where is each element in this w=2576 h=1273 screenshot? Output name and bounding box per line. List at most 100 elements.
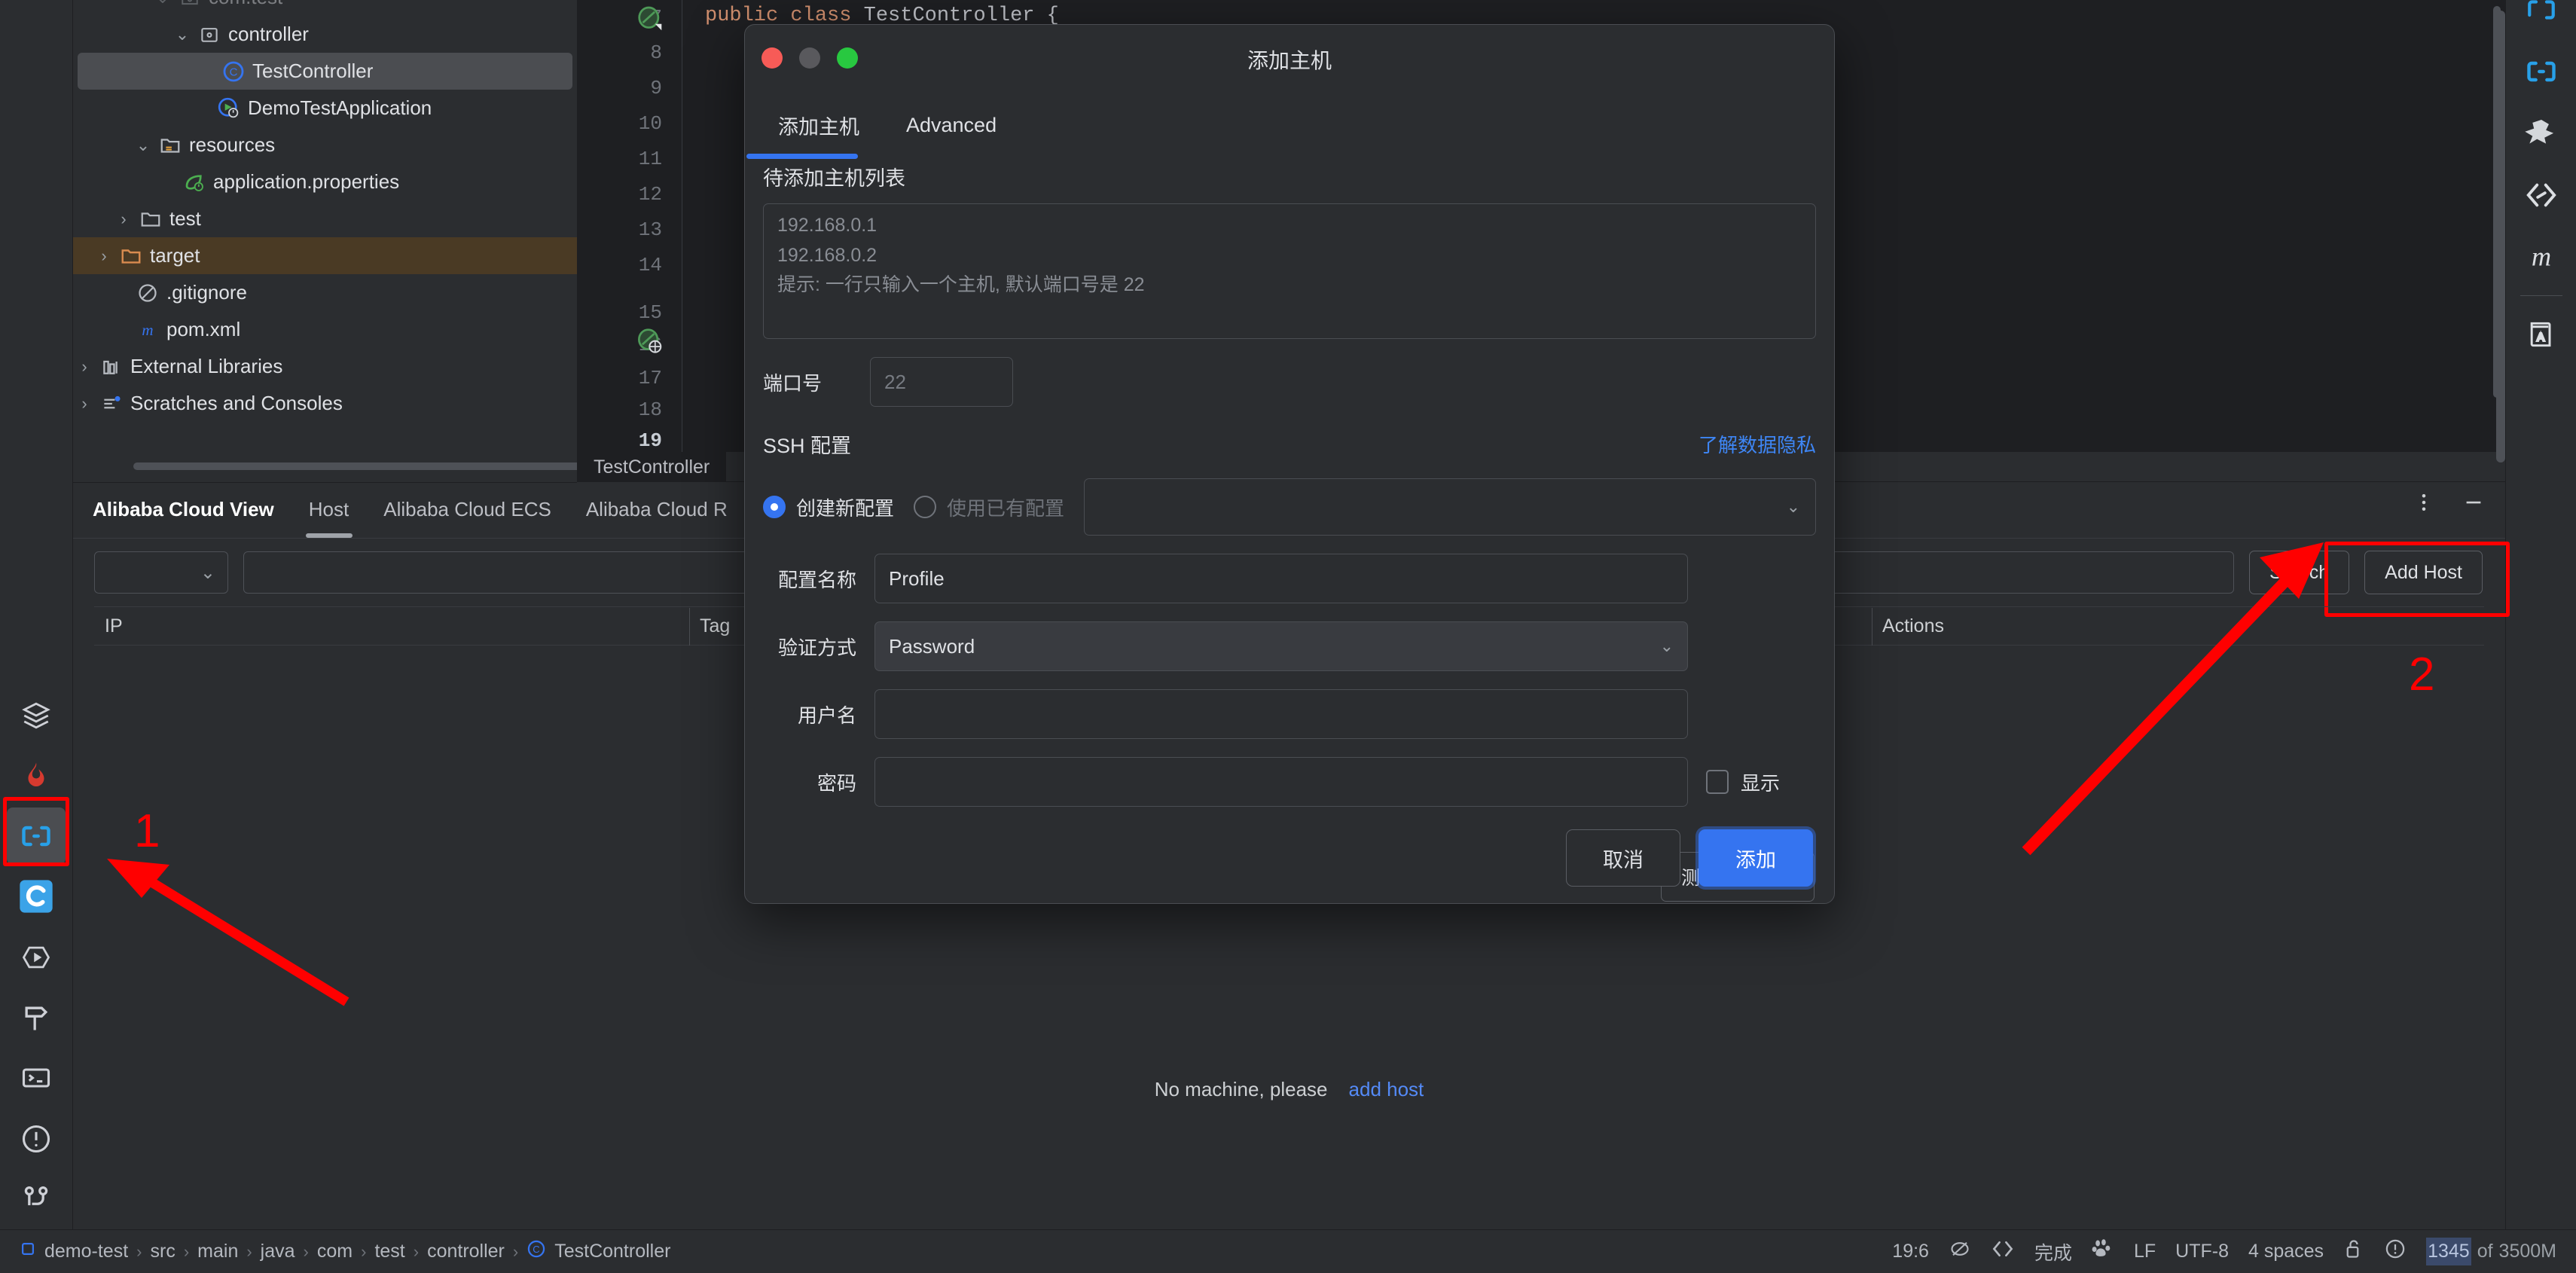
tab-alibaba-cloud-view[interactable]: Alibaba Cloud View	[80, 498, 291, 538]
cancel-button[interactable]: 取消	[1566, 829, 1680, 887]
tree-row-scratches-and-consoles[interactable]: › Scratches and Consoles	[73, 385, 577, 422]
git-icon[interactable]	[7, 1171, 66, 1228]
memory-indicator[interactable]: 1345 of 3500M	[2426, 1238, 2556, 1265]
tab-host[interactable]: Host	[291, 498, 366, 538]
chevron-down-icon[interactable]: ⌄	[132, 136, 154, 155]
alibaba-cloud-view-icon[interactable]	[2512, 42, 2571, 101]
chevron-right-icon[interactable]: ›	[112, 209, 135, 229]
folder-excluded-icon	[115, 245, 147, 267]
breadcrumb-item-demo-test[interactable]: demo-test	[44, 1241, 128, 1262]
build-icon[interactable]	[7, 989, 66, 1046]
dictionary-icon[interactable]: A	[2512, 305, 2571, 364]
port-row: 端口号 22	[763, 357, 1816, 407]
editor-gutter[interactable]: 7 8 9 10 11 12 13 14 15 16 17 18 19	[577, 0, 682, 452]
chevron-right-icon[interactable]: ›	[93, 246, 115, 266]
run-marker-icon[interactable]	[637, 6, 663, 32]
tree-row-application-properties[interactable]: application.properties	[73, 163, 577, 200]
terminal-icon[interactable]	[7, 1049, 66, 1107]
rail-divider	[2520, 295, 2562, 296]
username-input[interactable]	[874, 689, 1688, 739]
tree-row-gitignore[interactable]: .gitignore	[73, 274, 577, 311]
problems-icon[interactable]	[7, 1110, 66, 1167]
notifications-icon[interactable]	[2384, 1238, 2407, 1265]
column-header-ip[interactable]: IP	[94, 615, 689, 637]
web-marker-icon[interactable]	[637, 328, 663, 354]
tree-row-target[interactable]: › target	[73, 237, 577, 274]
more-options-icon[interactable]	[2409, 487, 2439, 517]
add-host-button[interactable]: Add Host	[2364, 551, 2483, 594]
tree-row[interactable]: ⌄ com.test	[73, 0, 577, 16]
breadcrumb-item-com[interactable]: com	[317, 1241, 353, 1262]
line-number: 11	[638, 148, 662, 170]
encoding[interactable]: UTF-8	[2175, 1241, 2229, 1262]
inspections-status[interactable]: 完成	[2034, 1238, 2072, 1265]
password-label: 密码	[816, 771, 856, 795]
tree-row-pom-xml[interactable]: m pom.xml	[73, 311, 577, 348]
minimize-icon[interactable]	[2458, 487, 2489, 517]
host-group-select[interactable]: ⌄	[94, 551, 228, 594]
chevron-down-icon[interactable]: ⌄	[171, 25, 194, 44]
tab-alibaba-cloud-r[interactable]: Alibaba Cloud R	[569, 498, 745, 538]
alibaba-cloud-view-rail-icon[interactable]	[7, 807, 66, 865]
inspections-icon[interactable]	[1991, 1237, 2015, 1266]
alibaba-cloud-toolkit-icon[interactable]	[7, 868, 66, 925]
breadcrumb-separator: ›	[136, 1241, 142, 1261]
project-tree: ⌄ com.test ⌄ controller C TestController	[73, 0, 577, 482]
chevron-right-icon[interactable]: ›	[73, 394, 96, 414]
breadcrumb-item-main[interactable]: main	[197, 1241, 238, 1262]
baidu-icon[interactable]	[2092, 1238, 2114, 1265]
run-icon[interactable]	[7, 929, 66, 986]
dialog-tab-advanced[interactable]: Advanced	[891, 96, 1012, 154]
memory-of: of	[2477, 1241, 2493, 1262]
show-password-checkbox[interactable]: 显示	[1706, 768, 1780, 796]
confirm-button[interactable]: 添加	[1699, 829, 1813, 887]
profile-name-input[interactable]: Profile	[874, 554, 1688, 603]
data-privacy-link[interactable]: 了解数据隐私	[1699, 430, 1816, 458]
radio-use-existing-config[interactable]: 使用已有配置	[914, 493, 1064, 521]
alibaba-cloud-top-icon[interactable]	[2512, 0, 2571, 39]
breadcrumb-item-test-controller[interactable]: TestController	[554, 1241, 670, 1262]
tree-row-external-libraries[interactable]: › External Libraries	[73, 348, 577, 385]
tree-row-test[interactable]: › test	[73, 200, 577, 237]
breadcrumb-item-java[interactable]: java	[261, 1241, 295, 1262]
username-row: 用户名	[763, 689, 1816, 739]
port-input[interactable]: 22	[870, 357, 1013, 407]
breadcrumb-item-test[interactable]: test	[374, 1241, 404, 1262]
column-header-actions[interactable]: Actions	[1872, 607, 2248, 646]
auth-method-select[interactable]: Password ⌄	[874, 621, 1688, 671]
tree-row-demo-test-application[interactable]: DemoTestApplication	[73, 90, 577, 127]
dialog-body: 待添加主机列表 192.168.0.1 192.168.0.2 提示: 一行只输…	[745, 162, 1834, 903]
empty-state-text: No machine, please	[1154, 1078, 1328, 1101]
tool-window-tabs: Alibaba Cloud View Host Alibaba Cloud EC…	[73, 483, 745, 538]
line-separator[interactable]: LF	[2134, 1241, 2156, 1262]
spring-icon[interactable]	[2512, 104, 2571, 163]
tree-row-resources[interactable]: ⌄ resources	[73, 127, 577, 163]
reader-mode-icon[interactable]	[1949, 1238, 1971, 1265]
dialog-tab-add-host[interactable]: 添加主机	[746, 96, 874, 159]
breadcrumb-item-src[interactable]: src	[151, 1241, 175, 1262]
search-button[interactable]: Search	[2248, 551, 2350, 594]
add-host-link[interactable]: add host	[1349, 1078, 1424, 1101]
flame-icon[interactable]	[7, 747, 66, 804]
host-list-textarea[interactable]: 192.168.0.1 192.168.0.2 提示: 一行只输入一个主机, 默…	[763, 203, 1816, 339]
chevron-down-icon: ⌄	[151, 0, 174, 8]
tree-row-test-controller[interactable]: C TestController	[78, 53, 572, 90]
caret-position[interactable]: 19:6	[1892, 1241, 1929, 1262]
editor-right-scrollbar[interactable]	[2496, 11, 2505, 462]
services-icon[interactable]	[7, 686, 66, 743]
existing-profile-select[interactable]: ⌄	[1084, 478, 1816, 536]
unlocked-icon[interactable]	[2343, 1238, 2364, 1265]
password-input[interactable]	[874, 757, 1688, 807]
tree-row-controller[interactable]: ⌄ controller	[73, 16, 577, 53]
gitignore-icon	[132, 282, 163, 304]
chevron-right-icon[interactable]: ›	[73, 357, 96, 377]
endpoints-icon[interactable]	[2512, 166, 2571, 224]
radio-indicator	[763, 496, 786, 518]
tab-alibaba-cloud-ecs[interactable]: Alibaba Cloud ECS	[366, 498, 569, 538]
tree-horizontal-scrollbar[interactable]	[133, 462, 577, 470]
tab-test-controller[interactable]: TestController	[577, 452, 727, 482]
breadcrumb-item-controller[interactable]: controller	[427, 1241, 505, 1262]
indent-setting[interactable]: 4 spaces	[2248, 1241, 2324, 1262]
radio-create-new-config[interactable]: 创建新配置	[763, 493, 894, 521]
maven-icon[interactable]: m	[2512, 227, 2571, 286]
